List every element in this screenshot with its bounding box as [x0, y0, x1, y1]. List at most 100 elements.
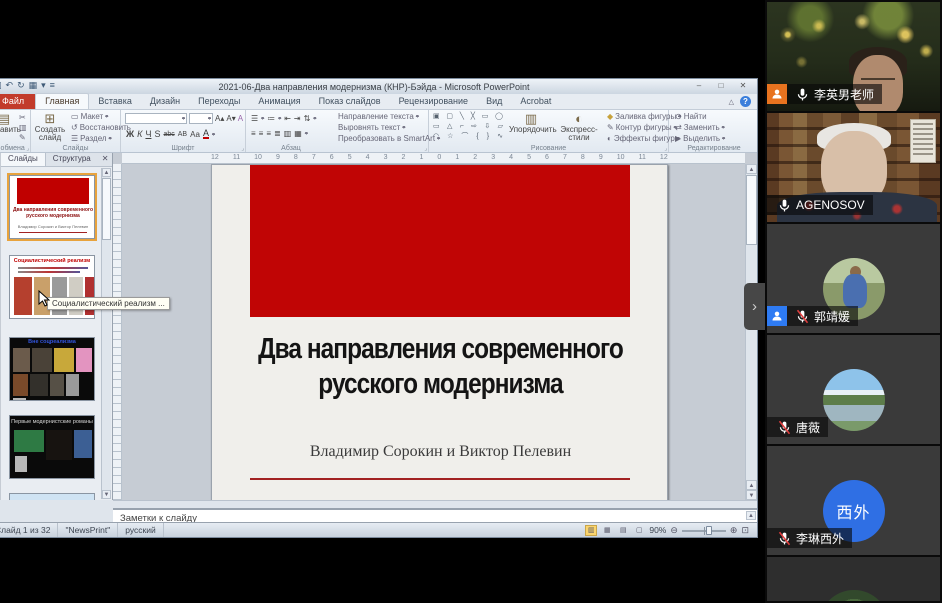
- align-center-button[interactable]: ≡: [259, 129, 264, 138]
- zoom-slider-knob[interactable]: [706, 526, 712, 535]
- slide-thumbnail-4[interactable]: Первые модернистские романы: [9, 415, 95, 479]
- outline-tab[interactable]: Структура: [46, 153, 98, 166]
- participant-tile-5[interactable]: 西外 李琳西外: [767, 446, 940, 555]
- minimize-button[interactable]: –: [691, 80, 707, 92]
- panel-collapse-button[interactable]: ›: [744, 283, 765, 330]
- shrink-font-button[interactable]: А▾: [226, 114, 235, 124]
- align-left-button[interactable]: ≡: [251, 129, 256, 138]
- new-slide-button[interactable]: ⊞ Создать слайд: [33, 112, 67, 142]
- scroll-up-icon[interactable]: ▲: [102, 168, 111, 177]
- underline-button[interactable]: Ч: [145, 129, 151, 139]
- slide-title[interactable]: Два направления современного русского мо…: [233, 331, 648, 400]
- paragraph-dialog-launcher[interactable]: ⌟: [424, 145, 427, 152]
- scroll-up-icon[interactable]: ▲: [746, 511, 756, 520]
- participant-tile-1[interactable]: 李英男老师: [767, 2, 940, 111]
- align-text-button[interactable]: Выровнять текст▾: [338, 123, 440, 133]
- text-shadow-button[interactable]: S: [154, 129, 160, 139]
- font-color-button[interactable]: А: [203, 129, 209, 139]
- slides-tab[interactable]: Слайды: [1, 153, 46, 166]
- change-case-button[interactable]: Аа: [190, 130, 200, 139]
- panel-close-icon[interactable]: ✕: [98, 153, 113, 166]
- slide-red-rectangle[interactable]: [250, 165, 630, 317]
- table-button[interactable]: ▦: [294, 129, 302, 138]
- scroll-up-icon[interactable]: ▲: [746, 164, 757, 174]
- smartart-button[interactable]: Преобразовать в SmartArt▾: [338, 134, 440, 144]
- tab-review[interactable]: Рецензирование: [390, 94, 478, 109]
- tab-home[interactable]: Главная: [35, 93, 89, 109]
- tab-file[interactable]: Файл: [0, 94, 35, 109]
- slide[interactable]: Два направления современного русского мо…: [211, 164, 668, 500]
- justify-button[interactable]: ≣: [274, 129, 281, 138]
- scrollbar-thumb[interactable]: [102, 178, 111, 240]
- strikethrough-button[interactable]: abc: [163, 131, 174, 138]
- cut-icon[interactable]: ✂: [19, 113, 27, 122]
- participant-tile-3[interactable]: 郭靖媛: [767, 224, 940, 333]
- font-name-combo[interactable]: ▾: [125, 113, 187, 124]
- vertical-ruler[interactable]: [113, 164, 122, 500]
- zoom-slider[interactable]: [682, 525, 726, 536]
- slide-thumbnail-5[interactable]: [9, 493, 95, 500]
- participant-tile-6[interactable]: [767, 557, 940, 601]
- slide-thumbnail-1[interactable]: Два направления современного русского мо…: [9, 175, 95, 239]
- editor-horizontal-scrollbar[interactable]: [113, 500, 757, 508]
- tab-view[interactable]: Вид: [477, 94, 511, 109]
- line-spacing-button[interactable]: ⇅: [304, 114, 311, 123]
- help-button[interactable]: ?: [740, 96, 751, 107]
- columns-button[interactable]: ▥: [284, 129, 292, 138]
- grow-font-button[interactable]: А▴: [215, 114, 224, 124]
- slide-thumbnail-3[interactable]: Вне соцреализма: [9, 337, 95, 401]
- arrange-button[interactable]: ▥ Упорядочить: [509, 112, 553, 134]
- fit-to-window-button[interactable]: ⊡: [741, 525, 749, 536]
- slide-subtitle[interactable]: Владимир Сорокин и Виктор Пелевин: [220, 443, 661, 461]
- shapes-gallery[interactable]: ▣▢╲╳▭◯ ▭△⌐⇨⇩▱ ◠☆⌒{}∿: [433, 112, 503, 141]
- drawing-dialog-launcher[interactable]: ⌟: [664, 145, 667, 152]
- tab-slideshow[interactable]: Показ слайдов: [310, 94, 390, 109]
- clipboard-dialog-launcher[interactable]: ⌟: [26, 145, 29, 152]
- decrease-indent-button[interactable]: ⇤: [284, 114, 291, 123]
- quick-styles-button[interactable]: ◐ Экспресс-стили: [555, 112, 603, 142]
- next-slide-button[interactable]: ▼: [746, 490, 757, 500]
- tab-transitions[interactable]: Переходы: [189, 94, 249, 109]
- paste-button[interactable]: ▤ Вставить: [0, 112, 21, 134]
- select-button[interactable]: ▶Выделить▾: [675, 134, 725, 144]
- scrollbar-thumb[interactable]: [746, 175, 757, 245]
- tab-insert[interactable]: Вставка: [89, 94, 140, 109]
- participant-tile-4[interactable]: 唐薇: [767, 335, 940, 444]
- editor-vertical-scrollbar[interactable]: ▲ ▲ ▼: [745, 164, 757, 500]
- tab-design[interactable]: Дизайн: [141, 94, 189, 109]
- italic-button[interactable]: К: [137, 129, 142, 139]
- copy-icon[interactable]: ▥: [19, 123, 27, 132]
- slide-canvas[interactable]: Два направления современного русского мо…: [122, 164, 745, 500]
- reading-view-button[interactable]: ▤: [617, 525, 629, 536]
- clear-formatting-button[interactable]: A: [238, 114, 243, 124]
- zoom-in-button[interactable]: ⊕: [730, 525, 738, 536]
- close-button[interactable]: ✕: [735, 80, 751, 92]
- slide-sorter-view-button[interactable]: ▦: [601, 525, 613, 536]
- title-bar[interactable]: ▣ ↶ ↻ ▦ ▾ ≡ 2021-06-Два направления моде…: [0, 79, 757, 94]
- theme-name[interactable]: "NewsPrint": [58, 523, 118, 537]
- bullets-button[interactable]: ☰: [251, 114, 258, 123]
- replace-button[interactable]: ⇄Заменить▾: [675, 123, 725, 133]
- normal-view-button[interactable]: ▥: [585, 525, 597, 536]
- slides-panel-scrollbar[interactable]: ▲ ▼: [101, 168, 111, 499]
- restore-button[interactable]: □: [713, 80, 729, 92]
- align-right-button[interactable]: ≡: [266, 129, 271, 138]
- zoom-out-button[interactable]: ⊖: [670, 525, 678, 536]
- character-spacing-button[interactable]: АВ: [178, 131, 187, 138]
- format-painter-icon[interactable]: ✎: [19, 133, 27, 142]
- previous-slide-button[interactable]: ▲: [746, 480, 757, 490]
- bold-button[interactable]: Ж: [126, 129, 134, 139]
- numbering-button[interactable]: ≔: [267, 114, 275, 123]
- tab-animations[interactable]: Анимация: [249, 94, 309, 109]
- find-button[interactable]: ⊙Найти: [675, 112, 725, 122]
- font-size-combo[interactable]: ▾: [189, 113, 213, 124]
- text-direction-button[interactable]: Направление текста▾: [338, 112, 440, 122]
- participant-tile-2[interactable]: AGENOSOV: [767, 113, 940, 222]
- ribbon-collapse-icon[interactable]: △: [729, 98, 734, 106]
- horizontal-ruler[interactable]: 1211109876543210123456789101112: [122, 153, 745, 164]
- language-indicator[interactable]: русский: [118, 523, 164, 537]
- tab-acrobat[interactable]: Acrobat: [511, 94, 560, 109]
- scroll-down-icon[interactable]: ▼: [102, 490, 111, 499]
- font-dialog-launcher[interactable]: ⌟: [241, 145, 244, 152]
- slideshow-view-button[interactable]: ▢: [633, 525, 645, 536]
